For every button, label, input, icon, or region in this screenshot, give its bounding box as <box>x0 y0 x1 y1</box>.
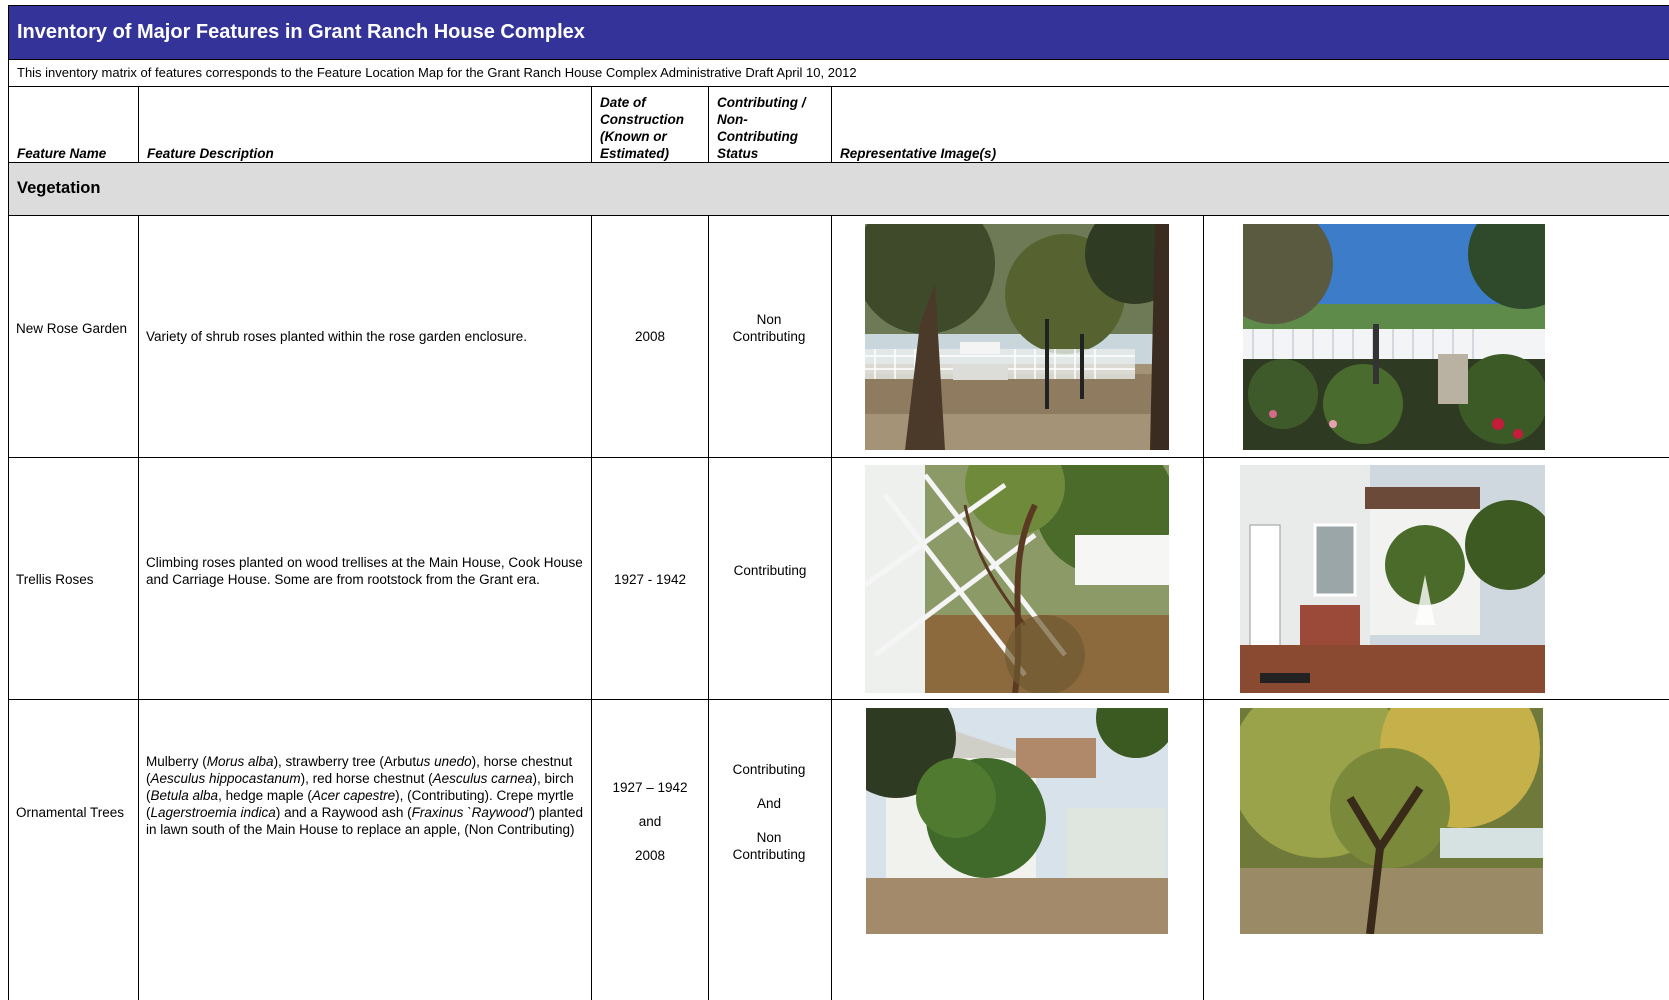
feature-description: Mulberry (Morus alba), strawberry tree (… <box>146 754 584 837</box>
ornamental-trees-photo-1 <box>866 708 1168 934</box>
construction-date: 1927 - 1942 <box>613 572 687 587</box>
trellis-roses-photo-2 <box>1240 465 1545 693</box>
feature-name: Trellis Roses <box>16 572 94 587</box>
inventory-table: Inventory of Major Features in Grant Ran… <box>8 5 1669 1000</box>
rose-garden-photo-2 <box>1243 224 1545 450</box>
header-feature-description: Feature Description <box>139 87 591 163</box>
header-contributing-status: Contributing / Non-Contributing Status <box>709 87 831 163</box>
feature-name: New Rose Garden <box>16 321 128 336</box>
header-date-of-construction: Date of Construction (Known or Estimated… <box>592 87 708 163</box>
construction-date: 1927 – 1942 and 2008 <box>612 780 688 863</box>
section-vegetation: Vegetation <box>9 163 1669 216</box>
contributing-status: Non Contributing <box>732 312 806 344</box>
feature-description: Variety of shrub roses planted within th… <box>146 329 527 344</box>
trellis-roses-photo-1 <box>865 465 1169 693</box>
construction-date: 2008 <box>634 329 666 344</box>
document-subtitle: This inventory matrix of features corres… <box>9 60 1669 87</box>
rose-garden-photo-1 <box>865 224 1169 450</box>
contributing-status: Contributing And Non Contributing <box>732 762 806 862</box>
ornamental-trees-photo-2 <box>1240 708 1543 934</box>
header-feature-name: Feature Name <box>9 87 138 163</box>
contributing-status: Contributing <box>733 563 807 578</box>
document-title: Inventory of Major Features in Grant Ran… <box>9 6 1669 60</box>
feature-description: Climbing roses planted on wood trellises… <box>146 555 583 587</box>
header-representative-images: Representative Image(s) <box>832 87 1669 163</box>
feature-name: Ornamental Trees <box>16 805 125 820</box>
